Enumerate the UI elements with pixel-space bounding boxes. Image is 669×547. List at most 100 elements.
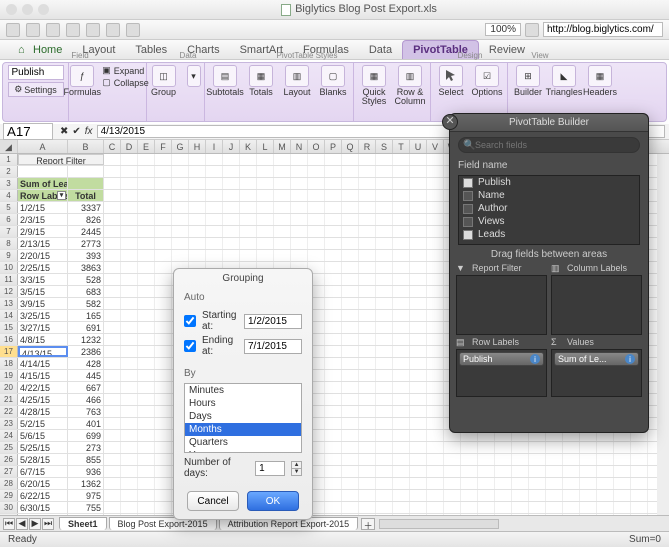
paint-format-icon[interactable] bbox=[86, 23, 100, 37]
column-header[interactable]: V bbox=[427, 140, 444, 153]
sheet-nav-last[interactable]: ⏭ bbox=[42, 518, 54, 530]
row-header[interactable]: 28 bbox=[0, 478, 18, 489]
row-header[interactable]: 21 bbox=[0, 394, 18, 405]
column-header[interactable]: U bbox=[410, 140, 427, 153]
value-cell[interactable]: 936 bbox=[68, 466, 104, 477]
grouping-unit-option[interactable]: Months bbox=[185, 423, 301, 436]
ptb-field-item[interactable]: ✓Leads bbox=[459, 228, 639, 241]
row-header[interactable]: 1 bbox=[0, 154, 18, 165]
value-cell[interactable]: 2386 bbox=[68, 346, 104, 357]
date-cell[interactable]: 6/7/15 bbox=[18, 466, 68, 477]
date-cell[interactable]: 2/9/15 bbox=[18, 226, 68, 237]
row-header[interactable]: 29 bbox=[0, 490, 18, 501]
date-cell[interactable]: 6/22/15 bbox=[18, 490, 68, 501]
zoom-level[interactable]: 100% bbox=[485, 23, 521, 36]
value-cell[interactable]: 528 bbox=[68, 274, 104, 285]
column-header[interactable]: I bbox=[206, 140, 223, 153]
row-header[interactable]: 16 bbox=[0, 334, 18, 345]
column-header[interactable]: N bbox=[291, 140, 308, 153]
date-cell[interactable]: 2/20/15 bbox=[18, 250, 68, 261]
row-header[interactable]: 10 bbox=[0, 262, 18, 273]
sheet-nav-first[interactable]: ⏮ bbox=[3, 518, 15, 530]
grouping-ending-checkbox[interactable] bbox=[184, 340, 196, 352]
column-header[interactable]: C bbox=[104, 140, 121, 153]
builder-button[interactable]: ⊞Builder bbox=[512, 65, 544, 97]
value-cell[interactable]: 1232 bbox=[68, 334, 104, 345]
date-cell[interactable]: 1/2/15 bbox=[18, 202, 68, 213]
sheet-tab-1[interactable]: Sheet1 bbox=[59, 517, 107, 530]
value-cell[interactable]: 401 bbox=[68, 418, 104, 429]
minimize-window[interactable] bbox=[22, 4, 33, 15]
date-cell[interactable]: 6/30/15 bbox=[18, 502, 68, 513]
column-header[interactable]: J bbox=[223, 140, 240, 153]
column-header[interactable]: L bbox=[257, 140, 274, 153]
row-header[interactable]: 27 bbox=[0, 466, 18, 477]
grouping-unit-option[interactable]: Hours bbox=[185, 397, 301, 410]
quick-styles-button[interactable]: ▦Quick Styles bbox=[358, 65, 390, 106]
date-cell[interactable]: 4/8/15 bbox=[18, 334, 68, 345]
value-cell[interactable]: 428 bbox=[68, 358, 104, 369]
cancel-edit-icon[interactable]: ✖ bbox=[60, 126, 68, 137]
value-cell[interactable]: 466 bbox=[68, 394, 104, 405]
date-cell[interactable]: 4/25/15 bbox=[18, 394, 68, 405]
value-cell[interactable]: 667 bbox=[68, 382, 104, 393]
column-header[interactable]: M bbox=[274, 140, 291, 153]
row-header[interactable]: 17 bbox=[0, 346, 18, 357]
row-header[interactable]: 30 bbox=[0, 502, 18, 513]
date-cell[interactable]: 5/28/15 bbox=[18, 454, 68, 465]
sheet-nav-next[interactable]: ▶ bbox=[29, 518, 41, 530]
grouping-cancel-button[interactable]: Cancel bbox=[187, 491, 239, 511]
headers-button[interactable]: ▦Headers bbox=[584, 65, 616, 97]
ptb-field-item[interactable]: Author bbox=[459, 202, 639, 215]
ptb-field-item[interactable]: ✓Publish bbox=[459, 176, 639, 189]
info-icon[interactable]: i bbox=[625, 354, 635, 364]
grouping-by-listbox[interactable]: MinutesHoursDaysMonthsQuartersYears bbox=[184, 383, 302, 453]
row-header[interactable]: 26 bbox=[0, 454, 18, 465]
column-header[interactable]: P bbox=[325, 140, 342, 153]
info-icon[interactable]: i bbox=[530, 354, 540, 364]
date-cell[interactable]: 6/20/15 bbox=[18, 478, 68, 489]
ptb-field-item[interactable]: Views bbox=[459, 215, 639, 228]
layout-button[interactable]: ▥Layout bbox=[281, 65, 313, 97]
date-cell[interactable]: 4/28/15 bbox=[18, 406, 68, 417]
row-header[interactable]: 11 bbox=[0, 274, 18, 285]
checkbox-icon[interactable]: ✓ bbox=[463, 230, 473, 240]
column-header[interactable]: B bbox=[68, 140, 104, 153]
column-header[interactable]: S bbox=[376, 140, 393, 153]
row-header[interactable]: 23 bbox=[0, 418, 18, 429]
totals-button[interactable]: ▦Totals bbox=[245, 65, 277, 97]
value-cell[interactable]: 2445 bbox=[68, 226, 104, 237]
column-header[interactable]: T bbox=[393, 140, 410, 153]
date-cell[interactable]: 4/22/15 bbox=[18, 382, 68, 393]
grouping-numdays-stepper[interactable]: ▲▼ bbox=[291, 461, 302, 476]
sheet-nav-prev[interactable]: ◀ bbox=[16, 518, 28, 530]
grouping-unit-option[interactable]: Days bbox=[185, 410, 301, 423]
value-cell[interactable]: 165 bbox=[68, 310, 104, 321]
column-header[interactable]: F bbox=[155, 140, 172, 153]
row-header[interactable]: 24 bbox=[0, 430, 18, 441]
value-cell[interactable]: 826 bbox=[68, 214, 104, 225]
row-header[interactable]: 3 bbox=[0, 178, 18, 189]
ptb-report-filter-area[interactable] bbox=[456, 275, 547, 335]
undo-icon[interactable] bbox=[26, 23, 40, 37]
save-icon[interactable] bbox=[6, 23, 20, 37]
blanks-button[interactable]: ▢Blanks bbox=[317, 65, 349, 97]
value-cell[interactable]: 3337 bbox=[68, 202, 104, 213]
ptb-values-pill[interactable]: Sum of Le...i bbox=[554, 352, 639, 366]
row-header[interactable]: 9 bbox=[0, 250, 18, 261]
print-icon[interactable] bbox=[66, 23, 80, 37]
column-header[interactable]: E bbox=[138, 140, 155, 153]
grouping-unit-option[interactable]: Quarters bbox=[185, 436, 301, 449]
expand-button[interactable]: ▣Expand bbox=[102, 65, 149, 76]
date-cell[interactable]: 3/5/15 bbox=[18, 286, 68, 297]
row-header[interactable]: 13 bbox=[0, 298, 18, 309]
pivot-settings-button[interactable]: ⚙Settings bbox=[8, 82, 64, 97]
subtotals-button[interactable]: ▤Subtotals bbox=[209, 65, 241, 97]
value-cell[interactable]: 691 bbox=[68, 322, 104, 333]
checkbox-icon[interactable] bbox=[463, 217, 473, 227]
row-header[interactable]: 8 bbox=[0, 238, 18, 249]
stepper-up-icon[interactable]: ▲ bbox=[292, 462, 301, 469]
select-all-cell[interactable]: ◢ bbox=[0, 140, 18, 153]
value-cell[interactable]: 975 bbox=[68, 490, 104, 501]
row-labels-dropdown[interactable]: ▾ bbox=[57, 191, 66, 200]
